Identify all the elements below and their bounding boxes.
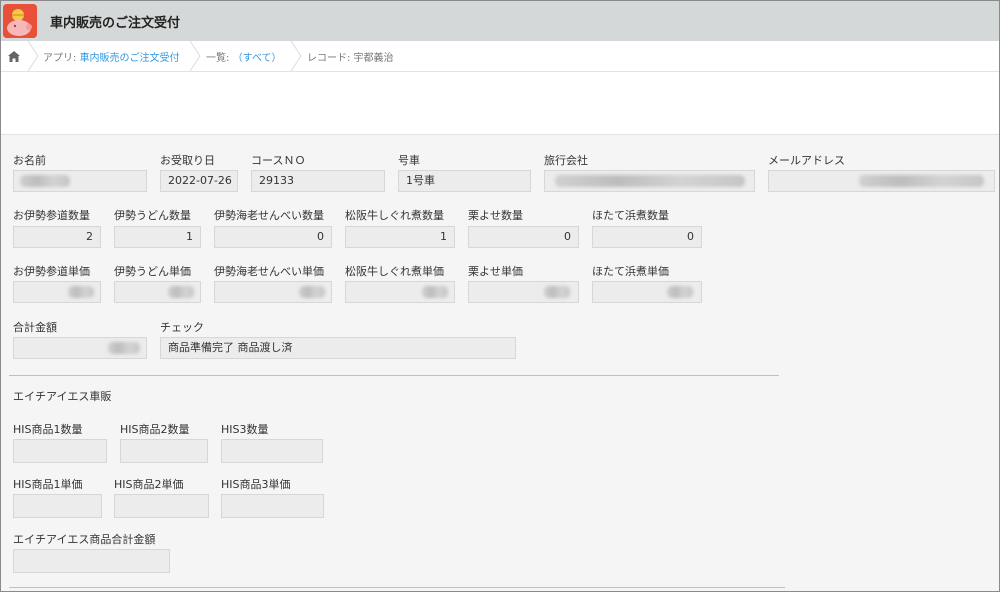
price-b-label: 伊勢うどん単価	[114, 265, 191, 278]
price-e-label: 栗よせ単価	[468, 265, 523, 278]
breadcrumb-separator-icon	[189, 41, 201, 71]
email-label: メールアドレス	[768, 154, 845, 167]
his-p3-field[interactable]	[221, 494, 324, 518]
qty-c-label: 伊勢海老せんべい数量	[214, 209, 324, 222]
his-q1-label: HIS商品1数量	[13, 423, 83, 436]
total-field[interactable]	[13, 337, 147, 359]
email-field[interactable]	[768, 170, 995, 192]
section-divider	[9, 375, 779, 376]
app-title: 車内販売のご注文受付	[50, 16, 181, 31]
qty-a-label: お伊勢参道数量	[13, 209, 90, 222]
qty-b-label: 伊勢うどん数量	[114, 209, 191, 222]
price-b-field[interactable]	[114, 281, 201, 303]
breadcrumb-separator-icon	[27, 41, 39, 71]
car-label: 号車	[398, 154, 420, 167]
breadcrumb-record: レコード: 宇都義治	[307, 53, 394, 64]
check-field[interactable]: 商品準備完了 商品渡し済	[160, 337, 516, 359]
breadcrumb-list: 一覧: （すべて）	[206, 49, 281, 64]
price-d-field[interactable]	[345, 281, 455, 303]
breadcrumb-list-link[interactable]: （すべて）	[233, 53, 282, 64]
check-label: チェック	[160, 321, 204, 334]
qty-f-field[interactable]: 0	[592, 226, 702, 248]
section-divider-bottom	[9, 587, 785, 588]
price-c-label: 伊勢海老せんべい単価	[214, 265, 324, 278]
his-q2-label: HIS商品2数量	[120, 423, 190, 436]
qty-b-field[interactable]: 1	[114, 226, 201, 248]
price-f-label: ほたて浜煮単価	[592, 265, 669, 278]
qty-c-field[interactable]: 0	[214, 226, 332, 248]
price-f-field[interactable]	[592, 281, 702, 303]
app-window: 車内販売のご注文受付 アプリ: 車内販売のご注文受付 一覧: （すべて） レコー…	[0, 0, 1000, 592]
his-p1-label: HIS商品1単価	[13, 478, 83, 491]
breadcrumb-app-prefix: アプリ:	[43, 53, 80, 64]
car-field[interactable]: 1号車	[398, 170, 531, 192]
his-p2-label: HIS商品2単価	[114, 478, 184, 491]
his-sum-field[interactable]	[13, 549, 170, 573]
date-field[interactable]: 2022-07-26	[160, 170, 238, 192]
his-sum-label: エイチアイエス商品合計金額	[13, 533, 156, 546]
total-label: 合計金額	[13, 321, 57, 334]
breadcrumb-app: アプリ: 車内販売のご注文受付	[43, 49, 180, 64]
agency-field[interactable]	[544, 170, 755, 192]
piggy-bank-icon[interactable]	[3, 4, 37, 38]
breadcrumb-app-link[interactable]: 車内販売のご注文受付	[80, 53, 180, 64]
his-p3-label: HIS商品3単価	[221, 478, 291, 491]
breadcrumb-separator-icon	[290, 41, 302, 71]
price-a-label: お伊勢参道単価	[13, 265, 90, 278]
breadcrumb: アプリ: 車内販売のご注文受付 一覧: （すべて） レコード: 宇都義治	[1, 41, 999, 72]
qty-d-field[interactable]: 1	[345, 226, 455, 248]
qty-e-field[interactable]: 0	[468, 226, 579, 248]
qty-a-field[interactable]: 2	[13, 226, 101, 248]
agency-label: 旅行会社	[544, 154, 588, 167]
date-label: お受取り日	[160, 154, 215, 167]
app-header: 車内販売のご注文受付	[1, 1, 999, 41]
qty-e-label: 栗よせ数量	[468, 209, 523, 222]
qty-d-label: 松阪牛しぐれ煮数量	[345, 209, 444, 222]
home-icon[interactable]	[1, 41, 27, 71]
price-c-field[interactable]	[214, 281, 332, 303]
qty-f-label: ほたて浜煮数量	[592, 209, 669, 222]
toolbar-area	[1, 72, 999, 135]
course-label: コースＮＯ	[251, 154, 306, 167]
price-d-label: 松阪牛しぐれ煮単価	[345, 265, 444, 278]
his-p2-field[interactable]	[114, 494, 209, 518]
his-q2-field[interactable]	[120, 439, 208, 463]
price-a-field[interactable]	[13, 281, 101, 303]
name-field[interactable]	[13, 170, 147, 192]
name-label: お名前	[13, 154, 46, 167]
course-field[interactable]: 29133	[251, 170, 385, 192]
his-q3-label: HIS3数量	[221, 423, 269, 436]
his-q1-field[interactable]	[13, 439, 107, 463]
his-section-title: エイチアイエス車販	[13, 390, 112, 403]
his-q3-field[interactable]	[221, 439, 323, 463]
his-p1-field[interactable]	[13, 494, 102, 518]
price-e-field[interactable]	[468, 281, 579, 303]
breadcrumb-list-prefix: 一覧:	[206, 53, 233, 64]
